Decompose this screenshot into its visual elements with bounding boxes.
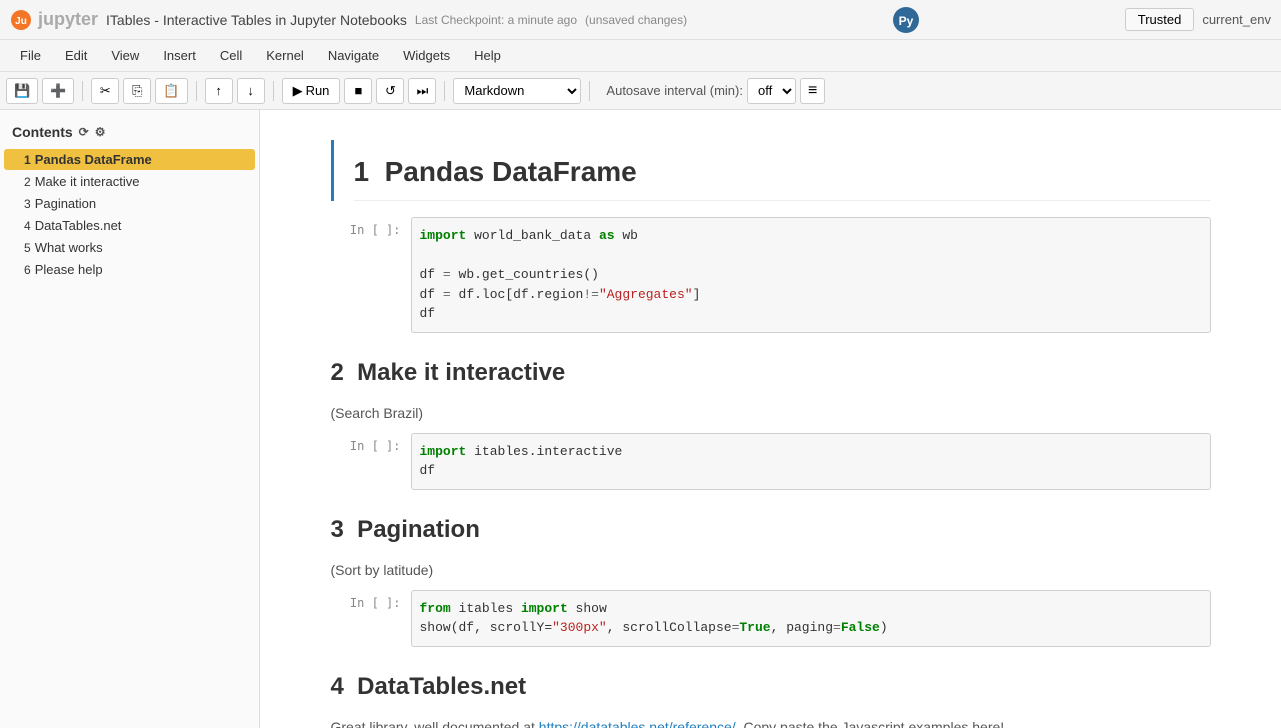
sidebar-item-please-help[interactable]: 6Please help	[4, 259, 255, 280]
menu-kernel[interactable]: Kernel	[256, 44, 314, 67]
refresh-icon[interactable]: ⟳	[79, 125, 89, 139]
sidebar: Contents ⟳ ⚙ 1Pandas DataFrame 2Make it …	[0, 110, 260, 728]
main: Contents ⟳ ⚙ 1Pandas DataFrame 2Make it …	[0, 110, 1281, 728]
jupyter-logo-icon: Ju	[10, 9, 32, 31]
save-button[interactable]: 💾	[6, 78, 38, 104]
menu-help[interactable]: Help	[464, 44, 511, 67]
cell-type-select[interactable]: Markdown Code Raw NBConvert	[453, 78, 581, 104]
restart-button[interactable]: ↺	[376, 78, 404, 104]
sidebar-title-text: Contents	[12, 124, 73, 140]
svg-text:Ju: Ju	[15, 16, 27, 27]
sep4	[444, 81, 445, 101]
code-cell-3: In [ ]: from itables import show show(df…	[331, 590, 1211, 647]
section-1-heading: 1 Pandas DataFrame	[331, 140, 1211, 201]
menubar: File Edit View Insert Cell Kernel Naviga…	[0, 40, 1281, 72]
cell-prompt-2: In [ ]:	[331, 433, 411, 453]
text-search-brazil: (Search Brazil)	[331, 405, 1211, 421]
section-2-heading: 2 Make it interactive (Search Brazil)	[331, 343, 1211, 421]
app-name: jupyter	[38, 9, 98, 30]
cell-prompt-1: In [ ]:	[331, 217, 411, 237]
checkpoint-info: Last Checkpoint: a minute ago	[415, 13, 577, 27]
code-cell-1: In [ ]: import world_bank_data as wb df …	[331, 217, 1211, 333]
sep3	[273, 81, 274, 101]
topbar: Ju jupyter ITables - Interactive Tables …	[0, 0, 1281, 40]
code-cell-2: In [ ]: import itables.interactive df	[331, 433, 1211, 490]
trusted-button[interactable]: Trusted	[1125, 8, 1195, 31]
menu-edit[interactable]: Edit	[55, 44, 97, 67]
menu-view[interactable]: View	[101, 44, 149, 67]
sep5	[589, 81, 590, 101]
logo-area: Ju jupyter	[10, 9, 98, 31]
gear-icon[interactable]: ⚙	[95, 125, 106, 139]
menu-widgets[interactable]: Widgets	[393, 44, 460, 67]
cell-prompt-3: In [ ]:	[331, 590, 411, 610]
stop-button[interactable]: ■	[344, 78, 372, 104]
autosave-select[interactable]: off 5 10 30	[747, 78, 796, 104]
autosave-label: Autosave interval (min):	[606, 83, 743, 98]
text-sort-latitude: (Sort by latitude)	[331, 562, 1211, 578]
paste-cell-button[interactable]: 📋	[155, 78, 187, 104]
menu-cell[interactable]: Cell	[210, 44, 252, 67]
sep2	[196, 81, 197, 101]
cut-cell-button[interactable]: ✂	[91, 78, 119, 104]
sidebar-resizer[interactable]	[253, 110, 259, 728]
sidebar-title: Contents ⟳ ⚙	[0, 120, 259, 148]
add-cell-below-button[interactable]: ➕	[42, 78, 74, 104]
toolbar: 💾 ➕ ✂ ⎘ 📋 ↑ ↓ ▶ Run ■ ↺ ⏭ Markdown Code …	[0, 72, 1281, 110]
text-datatables-desc: Great library, well documented at https:…	[331, 719, 1211, 728]
sep1	[82, 81, 83, 101]
menu-file[interactable]: File	[10, 44, 51, 67]
heading-pagination: 3 Pagination	[331, 500, 1211, 556]
section-3-heading: 3 Pagination (Sort by latitude)	[331, 500, 1211, 578]
notebook: 1 Pandas DataFrame In [ ]: import world_…	[260, 110, 1281, 728]
sidebar-item-pandas-dataframe[interactable]: 1Pandas DataFrame	[4, 149, 255, 170]
sidebar-item-make-interactive[interactable]: 2Make it interactive	[4, 171, 255, 192]
datatables-link[interactable]: https://datatables.net/reference/.	[539, 719, 740, 728]
move-down-button[interactable]: ↓	[237, 78, 265, 104]
notebook-title[interactable]: ITables - Interactive Tables in Jupyter …	[106, 12, 407, 28]
run-icon: ▶	[293, 83, 303, 99]
move-up-button[interactable]: ↑	[205, 78, 233, 104]
python-logo-icon: Py	[892, 6, 920, 34]
svg-text:Py: Py	[899, 14, 914, 28]
kernel-name: current_env	[1202, 12, 1271, 27]
menu-toggle-button[interactable]: ≡	[800, 78, 825, 104]
heading-datatables-net: 4 DataTables.net	[331, 657, 1211, 713]
restart-run-all-button[interactable]: ⏭	[408, 78, 436, 104]
section-4-heading: 4 DataTables.net Great library, well doc…	[331, 657, 1211, 728]
sidebar-item-datatables-net[interactable]: 4DataTables.net	[4, 215, 255, 236]
heading-make-interactive: 2 Make it interactive	[331, 343, 1211, 399]
unsaved-changes: (unsaved changes)	[585, 13, 687, 27]
run-button[interactable]: ▶ Run	[282, 78, 341, 104]
cell-input-1[interactable]: import world_bank_data as wb df = wb.get…	[411, 217, 1211, 333]
notebook-inner: 1 Pandas DataFrame In [ ]: import world_…	[291, 110, 1251, 728]
copy-cell-button[interactable]: ⎘	[123, 78, 151, 104]
sidebar-item-what-works[interactable]: 5What works	[4, 237, 255, 258]
menu-navigate[interactable]: Navigate	[318, 44, 389, 67]
heading-pandas-dataframe: 1 Pandas DataFrame	[354, 140, 1211, 201]
cell-input-2[interactable]: import itables.interactive df	[411, 433, 1211, 490]
cell-input-3[interactable]: from itables import show show(df, scroll…	[411, 590, 1211, 647]
sidebar-item-pagination[interactable]: 3Pagination	[4, 193, 255, 214]
menu-insert[interactable]: Insert	[153, 44, 206, 67]
